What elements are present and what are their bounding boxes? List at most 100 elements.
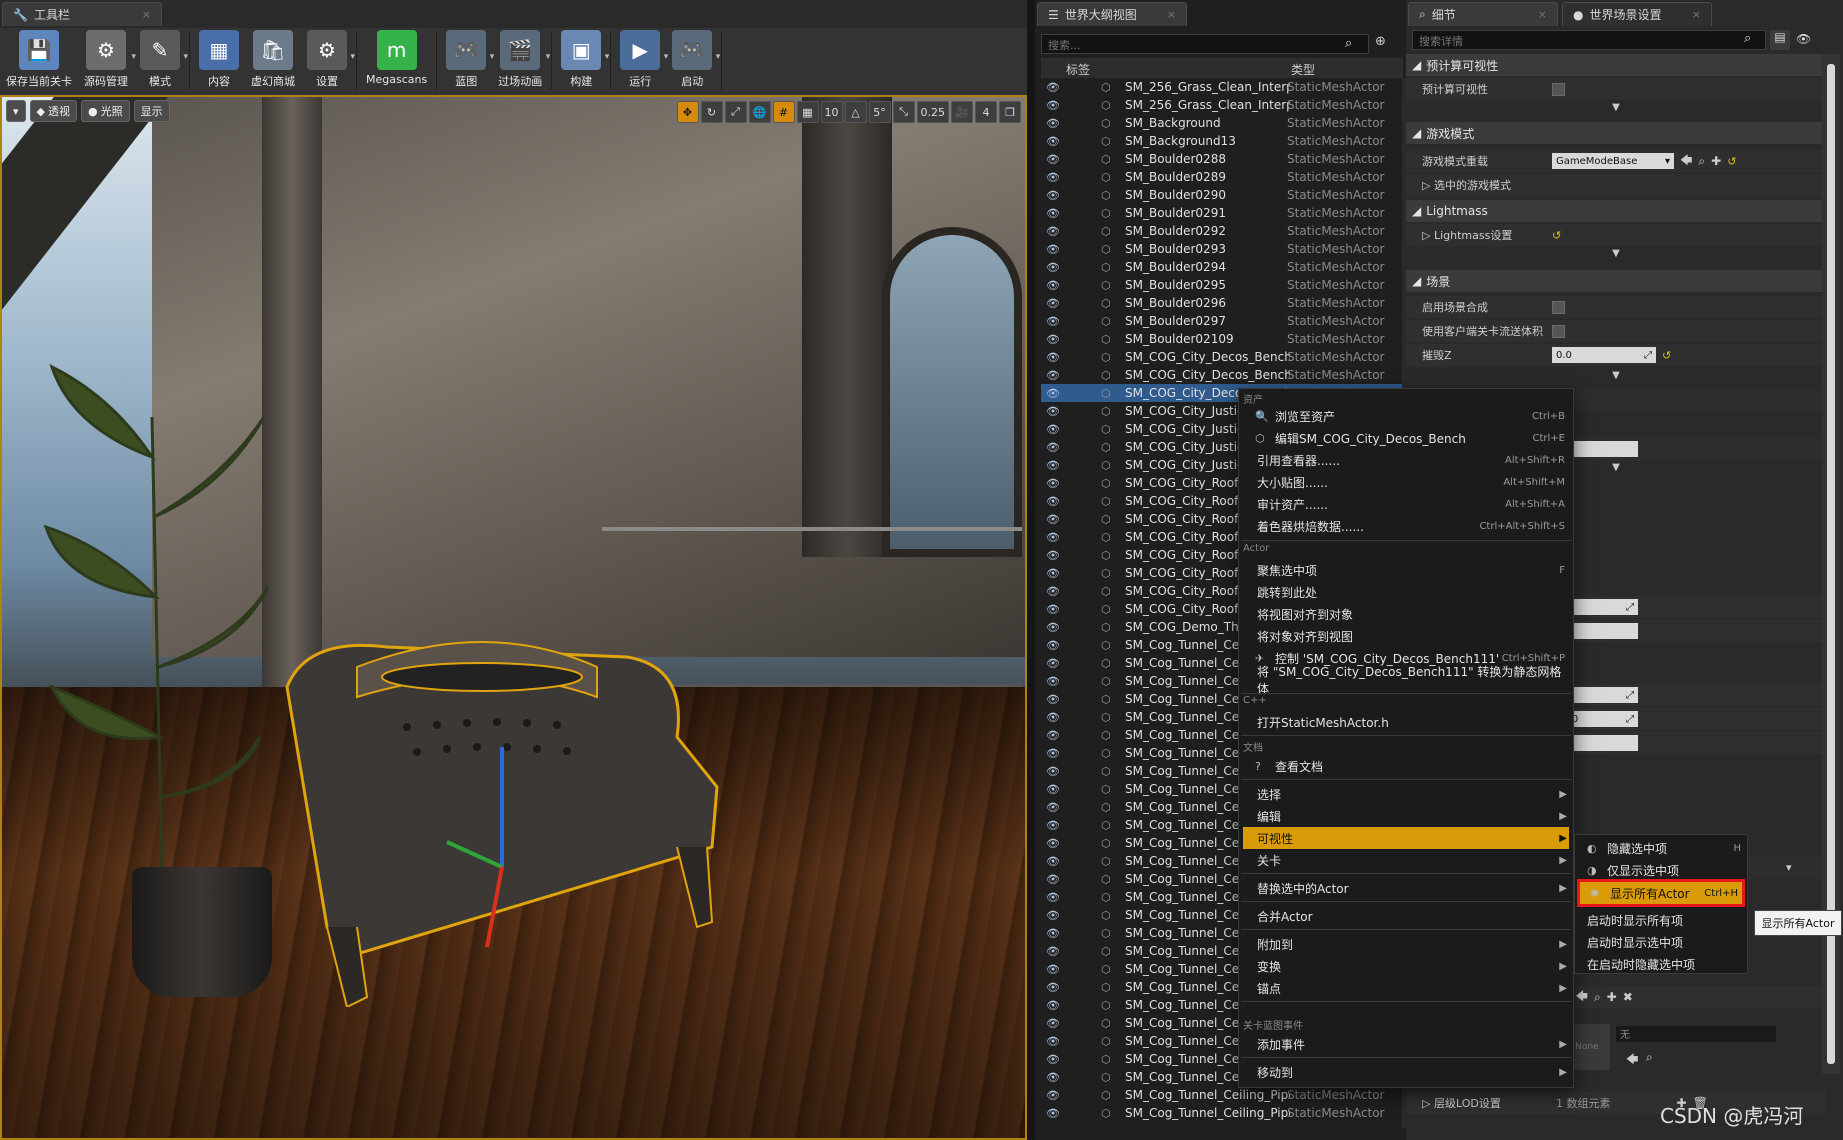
- toolbar-button-9[interactable]: ▣ 构建 ▾: [555, 30, 610, 92]
- outliner-row[interactable]: 👁 ⬡ SM_Cog_Tunnel_Ceiling_PipesStaticMeshA…: [1041, 1104, 1403, 1122]
- outliner-row[interactable]: 👁 ⬡ SM_Boulder0289 StaticMeshActor: [1041, 168, 1403, 186]
- ctx-transform[interactable]: 变换 ▶: [1243, 955, 1569, 977]
- ctx-edit-asset[interactable]: ⬡ 编辑SM_COG_City_Decos_Bench Ctrl+E: [1243, 427, 1569, 449]
- reset-icon[interactable]: ↺: [1727, 155, 1736, 168]
- grid-snap-value[interactable]: 10: [820, 101, 843, 123]
- ctx-pivot[interactable]: 锚点 ▶: [1243, 977, 1569, 999]
- tab-world-outliner[interactable]: ☰ 世界大纲视图 ×: [1037, 2, 1187, 26]
- visibility-eye-icon[interactable]: 👁: [1041, 603, 1065, 616]
- prop-lightmass-settings[interactable]: ▷ Lightmass设置 ↺: [1406, 224, 1826, 246]
- perspective-button[interactable]: ◆ 透视: [29, 100, 77, 122]
- search-icon[interactable]: ⌕: [1744, 31, 1751, 46]
- outliner-row[interactable]: 👁 ⬡ SM_Boulder0293 StaticMeshActor: [1041, 240, 1403, 258]
- visibility-eye-icon[interactable]: 👁: [1041, 639, 1065, 652]
- visibility-eye-icon[interactable]: 👁: [1041, 909, 1065, 922]
- visibility-eye-icon[interactable]: 👁: [1041, 351, 1065, 364]
- plus-icon[interactable]: ✚: [1711, 154, 1721, 168]
- visibility-eye-icon[interactable]: 👁: [1041, 621, 1065, 634]
- visibility-eye-icon[interactable]: 👁: [1041, 693, 1065, 706]
- visibility-eye-icon[interactable]: 👁: [1041, 261, 1065, 274]
- visibility-eye-icon[interactable]: 👁: [1041, 675, 1065, 688]
- ctx-merge-actors[interactable]: 合并Actor: [1243, 905, 1569, 927]
- clear-icon[interactable]: ✖: [1623, 990, 1633, 1004]
- visibility-eye-icon[interactable]: 👁: [1041, 225, 1065, 238]
- visibility-eye-icon[interactable]: 👁: [1041, 963, 1065, 976]
- ctx-attach-to[interactable]: 附加到 ▶: [1243, 933, 1569, 955]
- visibility-eye-icon[interactable]: 👁: [1041, 405, 1065, 418]
- ctx-add-event[interactable]: 添加事件 ▶: [1243, 1033, 1569, 1055]
- visibility-eye-icon[interactable]: 👁: [1041, 585, 1065, 598]
- gamemode-combo[interactable]: GameModeBase ▾: [1552, 153, 1674, 169]
- visibility-eye-icon[interactable]: 👁: [1041, 981, 1065, 994]
- col-type-header[interactable]: 类型: [1291, 61, 1315, 78]
- expand-arrow-icon[interactable]: ▼: [1606, 462, 1626, 473]
- chevron-down-icon[interactable]: ▾: [183, 52, 188, 62]
- visibility-eye-icon[interactable]: 👁: [1041, 117, 1065, 130]
- chevron-down-icon[interactable]: ▾: [605, 52, 610, 62]
- visibility-eye-icon[interactable]: 👁: [1041, 747, 1065, 760]
- toolbar-button-10[interactable]: ▶ 运行 ▾: [614, 30, 668, 92]
- visibility-eye-icon[interactable]: 👁: [1041, 423, 1065, 436]
- view-options-icon[interactable]: ▤: [1770, 30, 1790, 50]
- ctx-shader-cook[interactable]: 着色器烘焙数据...... Ctrl+Alt+Shift+S: [1243, 515, 1569, 537]
- visibility-eye-icon[interactable]: 👁: [1041, 369, 1065, 382]
- outliner-row[interactable]: 👁 ⬡ SM_256_Grass_Clean_InterpA StaticMeshAc…: [1041, 78, 1403, 96]
- outliner-row[interactable]: 👁 ⬡ SM_256_Grass_Clean_InterpA StaticMeshAc…: [1041, 96, 1403, 114]
- sub-startup-show-all[interactable]: 启动时显示所有项: [1577, 909, 1745, 931]
- sub-startup-show-selected[interactable]: 启动时显示选中项: [1577, 931, 1745, 953]
- expand-arrow-icon[interactable]: ▼: [1606, 370, 1626, 381]
- ctx-audit-assets[interactable]: 审计资产...... Alt+Shift+A: [1243, 493, 1569, 515]
- outliner-row[interactable]: 👁 ⬡ SM_COG_City_Decos_Bench11StaticMeshAct…: [1041, 366, 1403, 384]
- client-vol-checkbox[interactable]: [1552, 324, 1565, 338]
- sub-show-all-actors[interactable]: ✺ 显示所有Actor Ctrl+H: [1577, 879, 1745, 907]
- search-icon[interactable]: ⌕: [1594, 990, 1601, 1005]
- visibility-eye-icon[interactable]: 👁: [1041, 729, 1065, 742]
- precomp-checkbox[interactable]: [1552, 82, 1565, 96]
- close-icon[interactable]: ×: [1538, 8, 1547, 21]
- visibility-eye-icon[interactable]: 👁: [1041, 171, 1065, 184]
- camera-speed-value[interactable]: 4: [975, 101, 997, 123]
- sub-show-only-selected[interactable]: ◑ 仅显示选中项: [1577, 859, 1745, 881]
- asset-combo[interactable]: 无: [1616, 1026, 1776, 1042]
- toolbar-button-8[interactable]: 🎬 过场动画 ▾: [492, 30, 550, 92]
- ctx-edit[interactable]: 编辑 ▶: [1243, 805, 1569, 827]
- toolbar-button-0[interactable]: 💾 保存当前关卡: [0, 30, 78, 92]
- tab-world-settings[interactable]: ● 世界场景设置 ×: [1562, 2, 1712, 26]
- visibility-eye-icon[interactable]: 👁: [1041, 1089, 1065, 1102]
- outliner-row[interactable]: 👁 ⬡ SM_Background13 StaticMeshActor: [1041, 132, 1403, 150]
- eye-icon[interactable]: 👁: [1796, 32, 1811, 46]
- visibility-eye-icon[interactable]: 👁: [1041, 1107, 1065, 1120]
- add-folder-icon[interactable]: ⊕: [1375, 34, 1386, 49]
- level-viewport[interactable]: ▾ ◆ 透视 ● 光照 显示 ✥ ↻ ⤢ 🌐 # ▦ 10 △ 5° ⤡ 0.25 …: [0, 95, 1027, 1140]
- visibility-eye-icon[interactable]: 👁: [1041, 1017, 1065, 1030]
- toolbar-button-2[interactable]: ✎ 模式 ▾: [134, 30, 188, 92]
- search-icon[interactable]: ⌕: [1646, 1050, 1653, 1065]
- visibility-eye-icon[interactable]: 👁: [1041, 315, 1065, 328]
- search-icon[interactable]: ⌕: [1698, 154, 1705, 169]
- search-icon[interactable]: ⌕: [1345, 36, 1352, 51]
- outliner-row[interactable]: 👁 ⬡ SM_Boulder0290 StaticMeshActor: [1041, 186, 1403, 204]
- visibility-eye-icon[interactable]: 👁: [1041, 855, 1065, 868]
- visibility-eye-icon[interactable]: 👁: [1041, 243, 1065, 256]
- ctx-size-map[interactable]: 大小贴图...... Alt+Shift+M: [1243, 471, 1569, 493]
- visibility-eye-icon[interactable]: 👁: [1041, 81, 1065, 94]
- visibility-eye-icon[interactable]: 👁: [1041, 513, 1065, 526]
- visibility-eye-icon[interactable]: 👁: [1041, 549, 1065, 562]
- visibility-eye-icon[interactable]: 👁: [1041, 891, 1065, 904]
- outliner-row[interactable]: 👁 ⬡ SM_Boulder0296 StaticMeshActor: [1041, 294, 1403, 312]
- visibility-eye-icon[interactable]: 👁: [1041, 207, 1065, 220]
- chevron-down-icon[interactable]: ▾: [716, 52, 721, 62]
- visibility-eye-icon[interactable]: 👁: [1041, 153, 1065, 166]
- visibility-eye-icon[interactable]: 👁: [1041, 297, 1065, 310]
- visibility-eye-icon[interactable]: 👁: [1041, 927, 1065, 940]
- ctx-snap-object-to-view[interactable]: 将对象对齐到视图: [1243, 625, 1569, 647]
- visibility-eye-icon[interactable]: 👁: [1041, 135, 1065, 148]
- section-lightmass[interactable]: ◢ Lightmass: [1406, 200, 1826, 222]
- scene-comp-checkbox[interactable]: [1552, 300, 1565, 314]
- outliner-row[interactable]: 👁 ⬡ SM_Boulder0295 StaticMeshActor: [1041, 276, 1403, 294]
- toolbar-button-11[interactable]: 🎮 启动 ▾: [666, 30, 721, 92]
- ctx-select[interactable]: 选择 ▶: [1243, 783, 1569, 805]
- outliner-row[interactable]: 👁 ⬡ SM_Boulder0292 StaticMeshActor: [1041, 222, 1403, 240]
- maximize-icon[interactable]: ❐: [999, 101, 1021, 123]
- ctx-reference-viewer[interactable]: 引用查看器...... Alt+Shift+R: [1243, 449, 1569, 471]
